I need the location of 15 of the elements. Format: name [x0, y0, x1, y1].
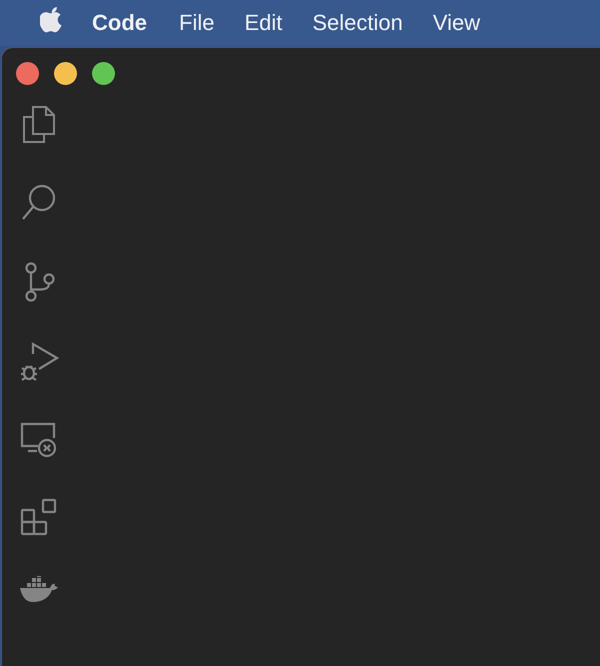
menu-item[interactable]: Edit: [244, 10, 282, 36]
menu-item[interactable]: View: [432, 10, 480, 36]
close-button[interactable]: [16, 62, 39, 85]
run-debug-icon[interactable]: [19, 342, 59, 382]
minimize-button[interactable]: [54, 62, 77, 85]
files-icon[interactable]: [22, 106, 56, 144]
menu-item[interactable]: File: [179, 10, 214, 36]
apple-logo-icon[interactable]: [40, 7, 64, 35]
zoom-button[interactable]: [92, 62, 115, 85]
search-icon[interactable]: [21, 184, 57, 222]
app-menu[interactable]: Code: [92, 10, 147, 36]
extensions-icon[interactable]: [20, 498, 58, 536]
remote-explorer-icon[interactable]: [20, 422, 58, 458]
menu-item[interactable]: Selection: [312, 10, 403, 36]
source-control-icon[interactable]: [23, 262, 55, 302]
